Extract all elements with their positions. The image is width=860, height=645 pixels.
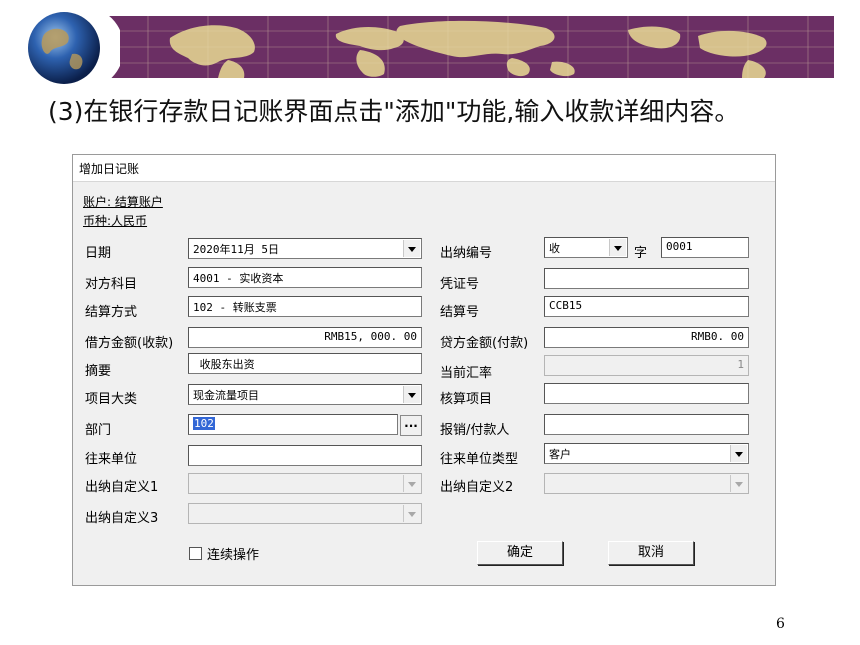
audit-item-field[interactable] bbox=[544, 383, 749, 404]
settle-method-label: 结算方式 bbox=[85, 305, 138, 320]
cancel-button[interactable]: 取消 bbox=[608, 541, 694, 565]
rate-field: 1 bbox=[544, 355, 749, 376]
partner-type-label: 往来单位类型 bbox=[440, 452, 519, 467]
chevron-down-icon[interactable] bbox=[730, 475, 747, 492]
summary-label: 摘要 bbox=[85, 364, 112, 379]
chevron-down-icon[interactable] bbox=[609, 239, 626, 256]
custom2-select[interactable] bbox=[544, 473, 749, 494]
continuous-label: 连续操作 bbox=[207, 548, 260, 563]
cashier-type-select[interactable]: 收 bbox=[544, 237, 628, 258]
settle-method-field[interactable]: 102 - 转账支票 bbox=[188, 296, 422, 317]
continuous-checkbox[interactable] bbox=[189, 547, 202, 560]
cashier-type-value: 收 bbox=[549, 242, 560, 255]
reimburse-label: 报销/付款人 bbox=[440, 423, 510, 438]
zi-label: 字 bbox=[634, 246, 648, 261]
dept-label: 部门 bbox=[85, 423, 112, 438]
dept-field[interactable]: 102 bbox=[188, 414, 398, 435]
date-label: 日期 bbox=[85, 246, 112, 261]
settle-no-label: 结算号 bbox=[440, 305, 480, 320]
partner-field[interactable] bbox=[188, 445, 422, 466]
dialog-title: 增加日记账 bbox=[79, 162, 140, 176]
chevron-down-icon[interactable] bbox=[403, 475, 420, 492]
chevron-down-icon[interactable] bbox=[730, 445, 747, 462]
rate-label: 当前汇率 bbox=[440, 366, 493, 381]
custom1-label: 出纳自定义1 bbox=[85, 480, 159, 495]
chevron-down-icon[interactable] bbox=[403, 505, 420, 522]
date-value: 2020年11月 5日 bbox=[193, 243, 279, 256]
voucher-field[interactable] bbox=[544, 268, 749, 289]
slide-headline: (3)在银行存款日记账界面点击"添加"功能,输入收款详细内容。 bbox=[48, 97, 740, 126]
subject-label: 对方科目 bbox=[85, 277, 138, 292]
custom3-label: 出纳自定义3 bbox=[85, 511, 159, 526]
world-map-graphic bbox=[108, 16, 834, 78]
date-select[interactable]: 2020年11月 5日 bbox=[188, 238, 422, 259]
chevron-down-icon[interactable] bbox=[403, 240, 420, 257]
project-class-label: 项目大类 bbox=[85, 392, 138, 407]
cashier-no-field[interactable]: 0001 bbox=[661, 237, 749, 258]
audit-item-label: 核算项目 bbox=[440, 392, 493, 407]
dialog-titlebar: 增加日记账 bbox=[73, 155, 775, 182]
partner-label: 往来单位 bbox=[85, 452, 138, 467]
credit-amount-field[interactable]: RMB0. 00 bbox=[544, 327, 749, 348]
ok-button[interactable]: 确定 bbox=[477, 541, 563, 565]
debit-amount-field[interactable]: RMB15, 000. 00 bbox=[188, 327, 422, 348]
custom3-select[interactable] bbox=[188, 503, 422, 524]
dept-value: 102 bbox=[193, 417, 215, 430]
custom1-select[interactable] bbox=[188, 473, 422, 494]
account-link[interactable]: 账户: 结算账户 bbox=[83, 193, 163, 210]
credit-label: 贷方金额(付款) bbox=[440, 336, 529, 351]
page-number: 6 bbox=[776, 616, 785, 632]
summary-field[interactable]: 收股东出资 bbox=[188, 353, 422, 374]
dept-browse-button[interactable]: ... bbox=[400, 415, 422, 436]
add-journal-dialog: 增加日记账 账户: 结算账户 币种:人民币 日期 2020年11月 5日 对方科… bbox=[72, 154, 776, 586]
globe-icon bbox=[20, 6, 124, 90]
world-map-banner bbox=[108, 16, 834, 78]
voucher-label: 凭证号 bbox=[440, 277, 480, 292]
partner-type-select[interactable]: 客户 bbox=[544, 443, 749, 464]
debit-label: 借方金额(收款) bbox=[85, 336, 174, 351]
currency-link[interactable]: 币种:人民币 bbox=[83, 212, 147, 229]
project-class-value: 现金流量项目 bbox=[193, 389, 259, 402]
subject-field[interactable]: 4001 - 实收资本 bbox=[188, 267, 422, 288]
custom2-label: 出纳自定义2 bbox=[440, 480, 514, 495]
cashier-no-label: 出纳编号 bbox=[440, 246, 493, 261]
chevron-down-icon[interactable] bbox=[403, 386, 420, 403]
summary-value: 收股东出资 bbox=[199, 358, 255, 371]
project-class-select[interactable]: 现金流量项目 bbox=[188, 384, 422, 405]
partner-type-value: 客户 bbox=[549, 448, 571, 461]
reimburse-field[interactable] bbox=[544, 414, 749, 435]
settle-no-field[interactable]: CCB15 bbox=[544, 296, 749, 317]
